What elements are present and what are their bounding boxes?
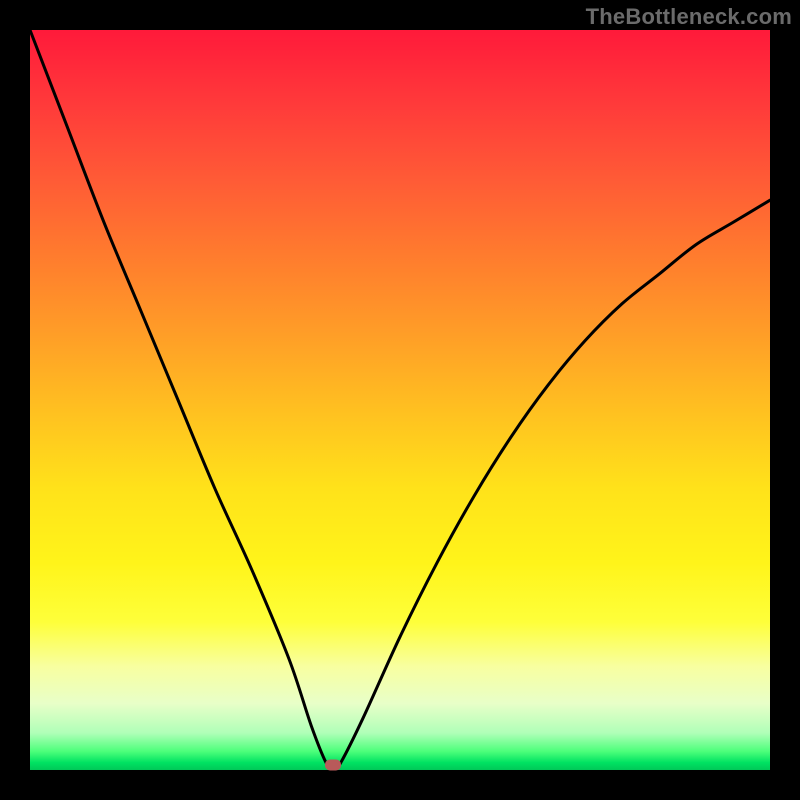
optimal-point-marker (325, 760, 341, 771)
plot-area (30, 30, 770, 770)
chart-frame: TheBottleneck.com (0, 0, 800, 800)
watermark-text: TheBottleneck.com (586, 4, 792, 30)
bottleneck-curve (30, 30, 770, 770)
